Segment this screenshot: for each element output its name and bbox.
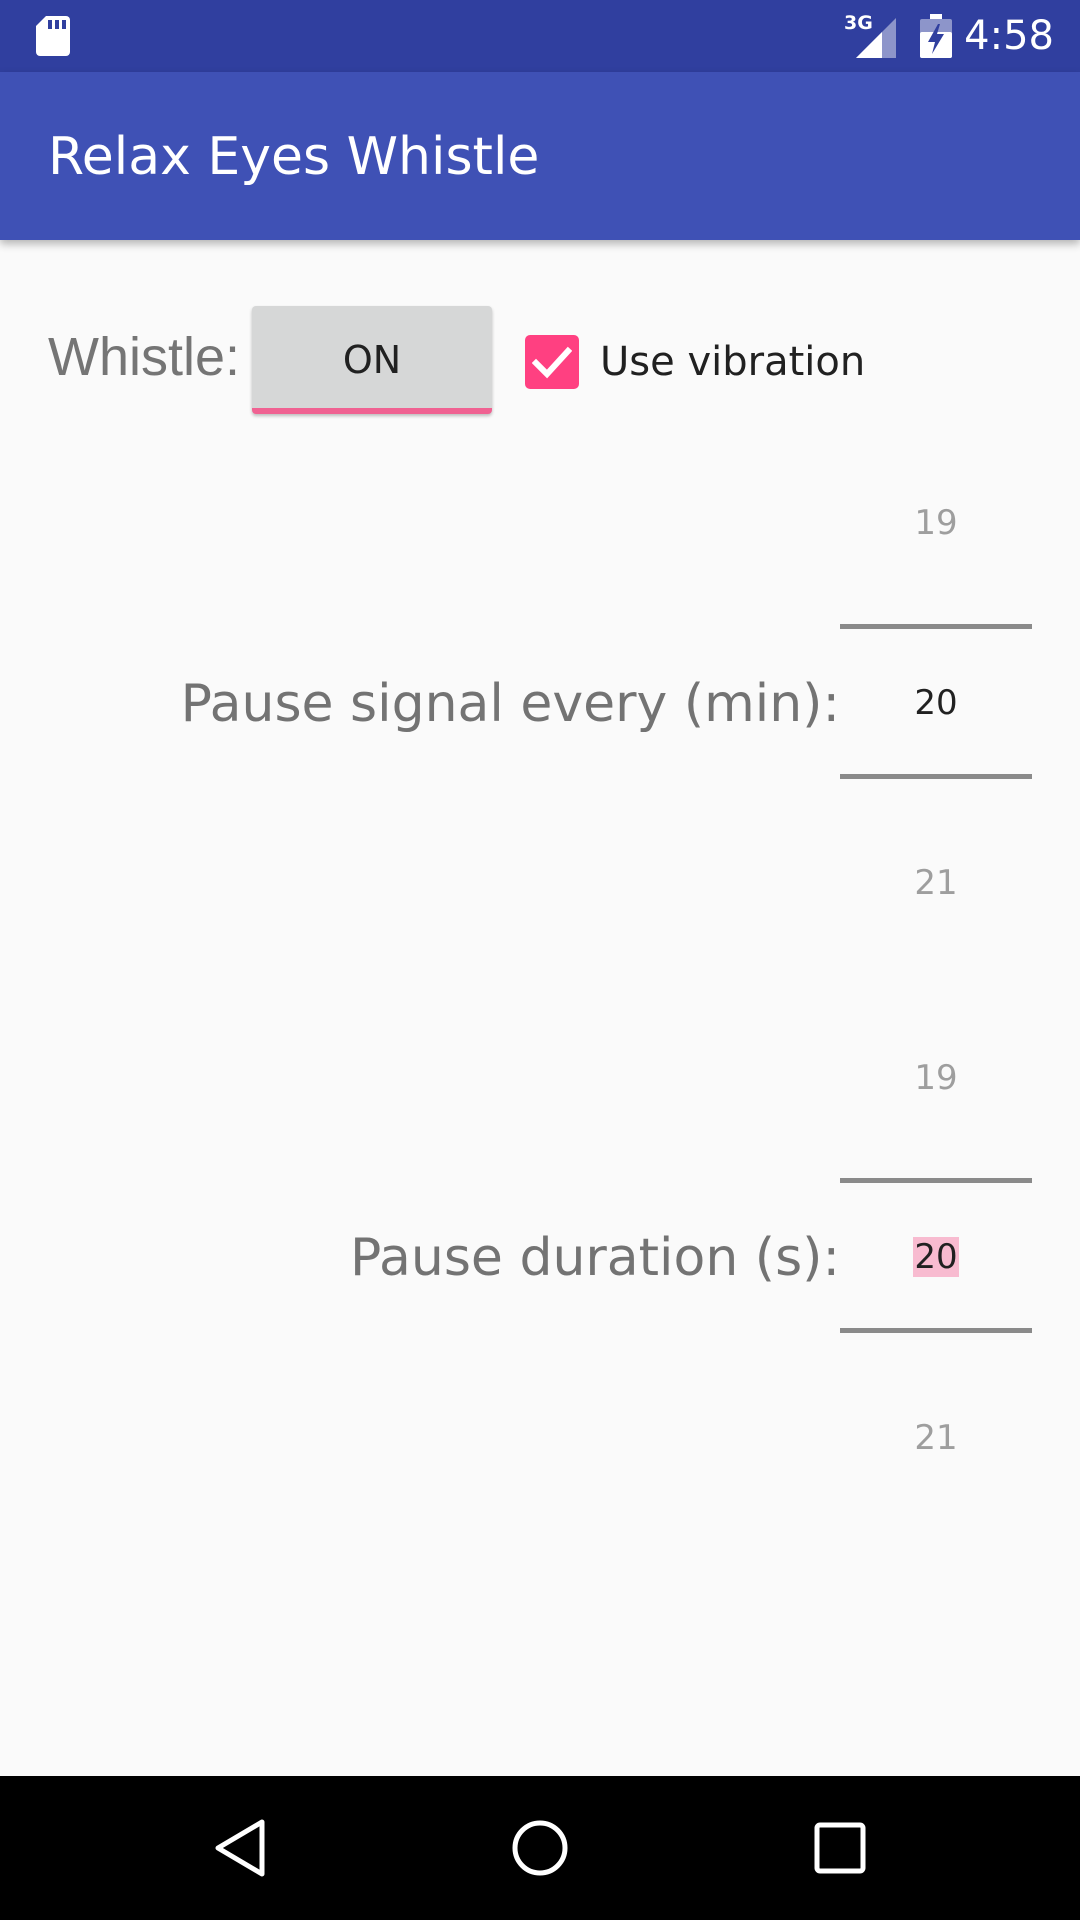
signal-icon: 3G [844,12,900,58]
battery-charging-icon [920,14,952,58]
picker-current-value[interactable]: 20 [840,682,1032,724]
recents-icon[interactable] [808,1816,872,1880]
whistle-toggle-label: ON [342,338,402,382]
vibration-checkbox[interactable] [525,335,579,389]
picker-prev-value[interactable]: 19 [840,1057,1032,1099]
pause-duration-label: Pause duration (s): [350,1228,840,1288]
picker-next-value[interactable]: 21 [840,862,1032,904]
selected-text-highlight: 20 [913,1237,959,1277]
picker-divider-top [840,624,1032,629]
back-icon[interactable] [208,1816,272,1880]
toggle-on-indicator [252,408,492,414]
picker-divider-bottom [840,1328,1032,1333]
pause-interval-label: Pause signal every (min): [180,674,840,734]
picker-current-value[interactable]: 20 [840,1236,1032,1278]
vibration-checkbox-label[interactable]: Use vibration [600,338,865,386]
whistle-toggle-button[interactable]: ON [252,306,492,414]
clock: 4:58 [964,13,1054,59]
picker-next-value[interactable]: 21 [840,1417,1032,1459]
check-icon [532,346,572,379]
picker-prev-value[interactable]: 19 [840,502,1032,544]
picker-divider-top [840,1178,1032,1183]
whistle-label: Whistle: [48,327,241,387]
status-bar: 3G 4:58 [0,0,1080,72]
navigation-bar [0,1776,1080,1920]
app-bar: Relax Eyes Whistle [0,72,1080,240]
app-title: Relax Eyes Whistle [48,127,540,187]
home-icon[interactable] [508,1816,572,1880]
sd-card-icon [36,16,70,56]
picker-divider-bottom [840,774,1032,779]
